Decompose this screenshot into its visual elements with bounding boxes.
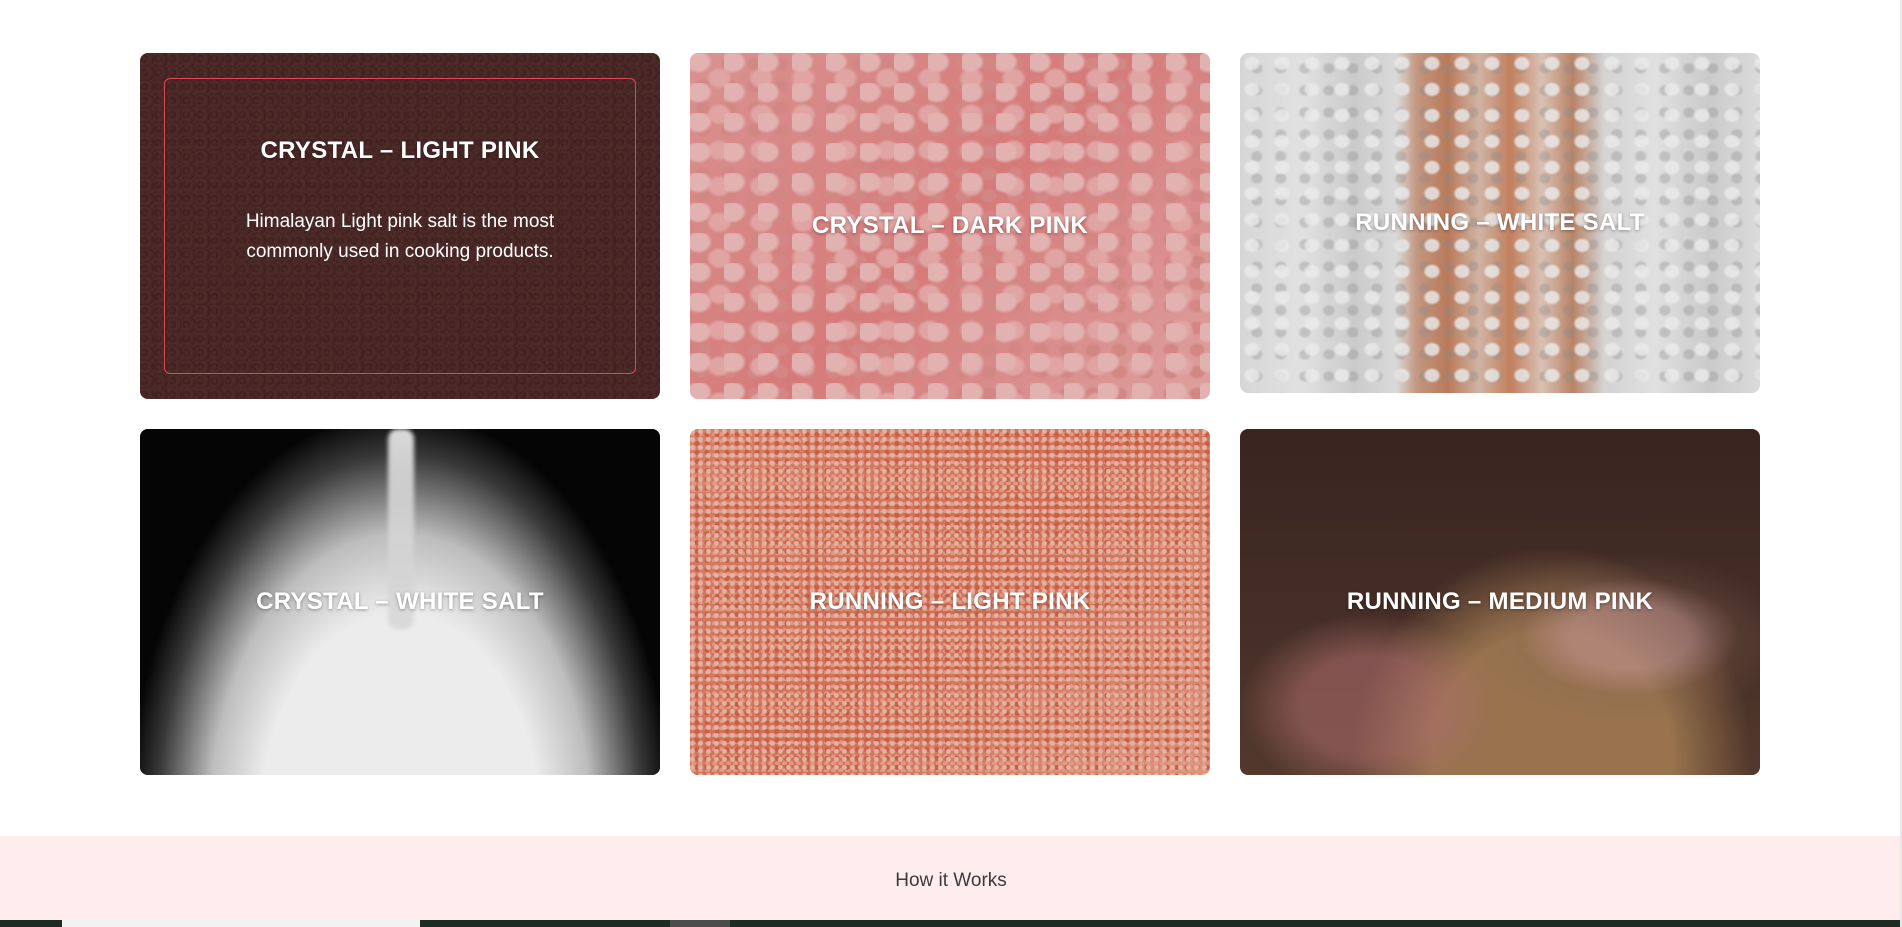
product-card-crystal-light-pink[interactable]: CRYSTAL – LIGHT PINK Himalayan Light pin… <box>140 53 660 399</box>
how-it-works-heading: How it Works <box>895 870 1007 891</box>
product-card-running-medium-pink[interactable]: RUNNING – MEDIUM PINK <box>1240 429 1760 775</box>
product-card-running-light-pink[interactable]: RUNNING – LIGHT PINK <box>690 429 1210 775</box>
page: CRYSTAL – LIGHT PINK Himalayan Light pin… <box>0 0 1902 927</box>
card-title: CRYSTAL – DARK PINK <box>812 212 1088 239</box>
how-it-works-section: How it Works <box>0 836 1902 920</box>
card-title: RUNNING – WHITE SALT <box>1355 209 1645 236</box>
card-description: Himalayan Light pink salt is the most co… <box>245 211 555 262</box>
next-section-strip <box>0 920 1902 927</box>
card-title: CRYSTAL – WHITE SALT <box>256 588 544 615</box>
card-title: RUNNING – MEDIUM PINK <box>1346 588 1654 615</box>
product-card-crystal-dark-pink[interactable]: CRYSTAL – DARK PINK <box>690 53 1210 399</box>
card-title: CRYSTAL – LIGHT PINK <box>260 137 540 164</box>
product-grid: CRYSTAL – LIGHT PINK Himalayan Light pin… <box>140 53 1760 775</box>
product-card-running-white-salt[interactable]: RUNNING – WHITE SALT <box>1240 53 1760 393</box>
card-title: RUNNING – LIGHT PINK <box>809 588 1091 615</box>
product-card-crystal-white-salt[interactable]: CRYSTAL – WHITE SALT <box>140 429 660 775</box>
